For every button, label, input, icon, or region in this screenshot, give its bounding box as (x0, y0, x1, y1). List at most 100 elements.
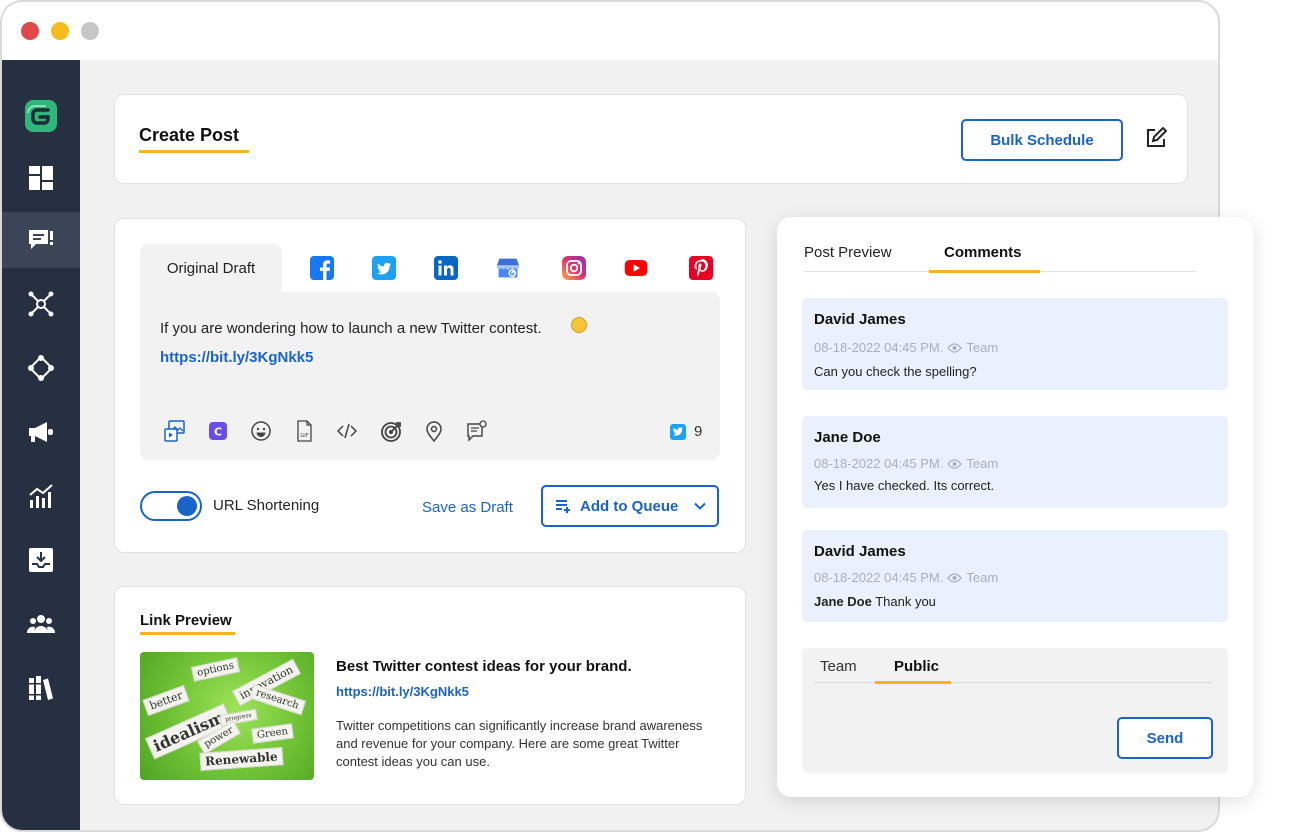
target-icon[interactable] (380, 420, 402, 442)
page-title: Create Post (139, 125, 240, 145)
character-count: 9 (694, 423, 703, 440)
inbox-download-icon (29, 548, 53, 572)
link-preview-title[interactable]: Best Twitter contest ideas for your bran… (336, 658, 632, 675)
title-underline (139, 150, 249, 153)
sidebar-item-compose[interactable] (2, 212, 80, 268)
url-shortening-label: URL Shortening (213, 497, 320, 514)
image-word: Green (251, 723, 294, 744)
link-preview-image: options innovation better research ideal… (140, 652, 314, 780)
comments-panel: Post Preview Comments David James 08-18-… (777, 217, 1253, 797)
dashboard-icon (29, 166, 53, 190)
sidebar-item-team[interactable] (2, 596, 80, 652)
link-preview-card: Link Preview options innovation better r… (114, 586, 746, 805)
brand-logo[interactable] (2, 88, 80, 144)
comment-timestamp: 08-18-2022 04:45 PM. (814, 340, 944, 355)
code-icon[interactable] (336, 420, 358, 442)
post-composer: Original Draft If you are wondering how … (114, 218, 746, 553)
tab-comments[interactable]: Comments (944, 244, 1022, 261)
comment-item: David James 08-18-2022 04:45 PM. Team Ca… (802, 298, 1228, 390)
sidebar-item-analytics[interactable] (2, 468, 80, 524)
image-word: options (190, 657, 241, 682)
sidebar-item-inbox[interactable] (2, 532, 80, 588)
svg-text:C: C (214, 426, 222, 439)
sidebar-item-dashboard[interactable] (2, 150, 80, 206)
comment-mention[interactable]: Jane Doe (814, 594, 872, 609)
sidebar-item-campaigns[interactable] (2, 404, 80, 460)
toggle-knob (177, 496, 197, 516)
pinterest-icon[interactable] (689, 256, 713, 280)
eye-icon (947, 458, 963, 469)
create-post-header: Create Post Bulk Schedule (114, 94, 1188, 184)
twitter-icon[interactable] (372, 256, 396, 280)
sidebar-item-integrations[interactable] (2, 340, 80, 396)
linkedin-icon[interactable] (434, 256, 458, 280)
link-preview-url[interactable]: https://bit.ly/3KgNkk5 (336, 684, 469, 699)
sidebar-item-library[interactable] (2, 660, 80, 716)
active-tab-indicator (929, 270, 1040, 273)
reply-box[interactable]: Team Public Send (802, 648, 1228, 773)
reply-tab-public[interactable]: Public (894, 658, 939, 675)
team-icon (27, 615, 55, 633)
add-to-queue-button[interactable]: Add to Queue (541, 485, 719, 527)
svg-text:GIF: GIF (300, 433, 308, 439)
gif-icon[interactable]: GIF (293, 420, 315, 442)
comment-visibility: Team (966, 456, 999, 471)
comment-timestamp: 08-18-2022 04:45 PM. (814, 456, 944, 471)
comment-item: Jane Doe 08-18-2022 04:45 PM. Team Yes I… (802, 416, 1228, 508)
library-icon (29, 676, 53, 700)
media-icon[interactable] (164, 420, 186, 442)
comment-author: David James (814, 311, 906, 328)
bulk-schedule-button[interactable]: Bulk Schedule (961, 119, 1123, 161)
image-word: Renewable (199, 747, 284, 771)
link-preview-description: Twitter competitions can significantly i… (336, 718, 703, 769)
canva-icon[interactable]: C (207, 420, 229, 442)
post-text[interactable]: If you are wondering how to launch a new… (160, 320, 542, 337)
compose-icon (29, 230, 53, 249)
post-editor[interactable]: If you are wondering how to launch a new… (140, 292, 720, 460)
poll-icon[interactable] (466, 420, 488, 442)
comment-visibility: Team (966, 340, 999, 355)
comment-meta: 08-18-2022 04:45 PM. Team (814, 340, 998, 355)
image-word: research (249, 683, 306, 716)
google-business-icon[interactable] (496, 256, 520, 280)
maximize-window-button[interactable] (81, 22, 99, 40)
reply-active-tab-indicator (875, 681, 951, 684)
edit-square-icon[interactable] (1145, 127, 1167, 149)
megaphone-icon (29, 422, 53, 442)
twitter-small-icon (670, 423, 686, 440)
save-as-draft-link[interactable]: Save as Draft (422, 499, 513, 516)
comment-meta: 08-18-2022 04:45 PM. Team (814, 570, 998, 585)
tab-original-draft[interactable]: Original Draft (140, 244, 282, 292)
sidebar-item-network[interactable] (2, 276, 80, 332)
comment-visibility: Team (966, 570, 999, 585)
star-struck-emoji-icon (571, 317, 587, 333)
reply-tab-team[interactable]: Team (820, 658, 857, 675)
sidebar (2, 60, 80, 830)
comment-author: Jane Doe (814, 429, 881, 446)
comment-item: David James 08-18-2022 04:45 PM. Team Ja… (802, 530, 1228, 622)
comment-meta: 08-18-2022 04:45 PM. Team (814, 456, 998, 471)
image-word: better (142, 684, 190, 717)
brand-logo-icon (25, 100, 57, 132)
post-link[interactable]: https://bit.ly/3KgNkk5 (160, 349, 313, 366)
tab-post-preview[interactable]: Post Preview (804, 244, 892, 261)
eye-icon (947, 342, 963, 353)
link-preview-underline (140, 632, 235, 635)
instagram-icon[interactable] (562, 256, 586, 280)
comment-author: David James (814, 543, 906, 560)
youtube-icon[interactable] (624, 256, 648, 280)
eye-icon (947, 572, 963, 583)
comment-text: Can you check the spelling? (814, 364, 977, 379)
comment-body: Thank you (875, 594, 936, 609)
location-icon[interactable] (423, 420, 445, 442)
close-window-button[interactable] (21, 22, 39, 40)
analytics-icon (29, 484, 53, 508)
facebook-icon[interactable] (310, 256, 334, 280)
send-button[interactable]: Send (1117, 717, 1213, 759)
url-shortening-toggle[interactable] (140, 491, 202, 521)
integrations-icon (28, 355, 54, 381)
emoji-icon[interactable] (250, 420, 272, 442)
character-counter: 9 (670, 423, 702, 440)
chevron-down-icon[interactable] (693, 499, 707, 513)
minimize-window-button[interactable] (51, 22, 69, 40)
